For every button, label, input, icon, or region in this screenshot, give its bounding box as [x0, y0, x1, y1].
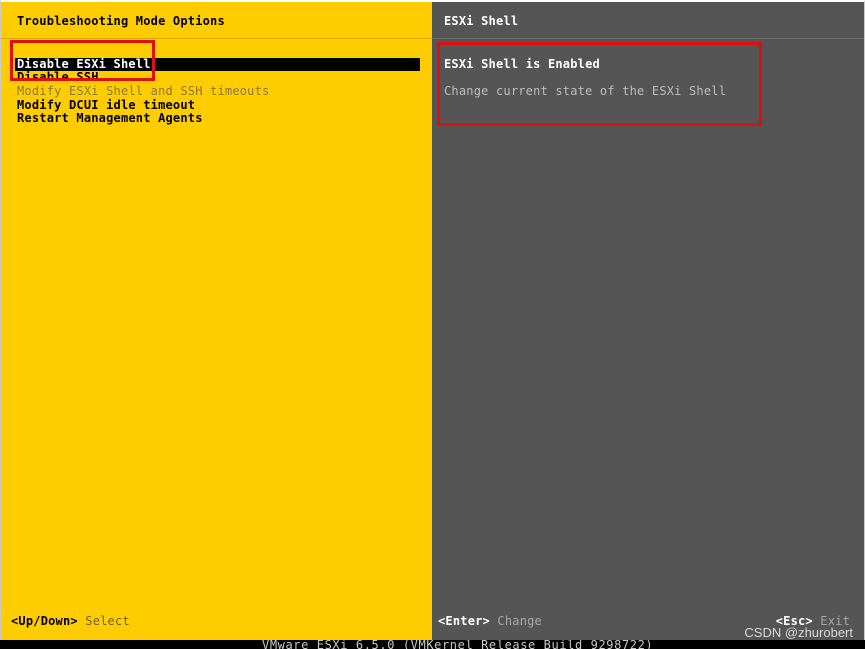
- watermark: CSDN @zhurobert: [744, 625, 853, 640]
- select-hint: <Up/Down> Select: [11, 614, 130, 628]
- change-action-label: Change: [497, 614, 542, 628]
- build-info-text: VMware ESXi 6.5.0 (VMKernel Release Buil…: [262, 640, 654, 649]
- highlight-box-menu-selection: [10, 40, 155, 81]
- menu-item-modify-shell-ssh-timeouts[interactable]: Modify ESXi Shell and SSH timeouts: [17, 85, 269, 98]
- details-title-bar: ESXi Shell: [432, 2, 864, 39]
- status-footer: VMware ESXi 6.5.0 (VMKernel Release Buil…: [0, 640, 865, 649]
- details-panel-title: ESXi Shell: [444, 14, 519, 28]
- up-down-key-label: <Up/Down>: [11, 614, 78, 628]
- options-title-bar: Troubleshooting Mode Options: [1, 2, 432, 39]
- options-panel: Troubleshooting Mode Options Disable ESX…: [0, 0, 432, 640]
- enter-key-label: <Enter>: [438, 614, 490, 628]
- options-panel-title: Troubleshooting Mode Options: [17, 14, 225, 28]
- dcui-screen: Troubleshooting Mode Options Disable ESX…: [0, 0, 865, 649]
- highlight-box-shell-status: [437, 42, 762, 126]
- menu-item-restart-management-agents[interactable]: Restart Management Agents: [17, 112, 203, 125]
- enter-change-hint[interactable]: <Enter> Change: [438, 614, 542, 628]
- select-action-label: Select: [85, 614, 130, 628]
